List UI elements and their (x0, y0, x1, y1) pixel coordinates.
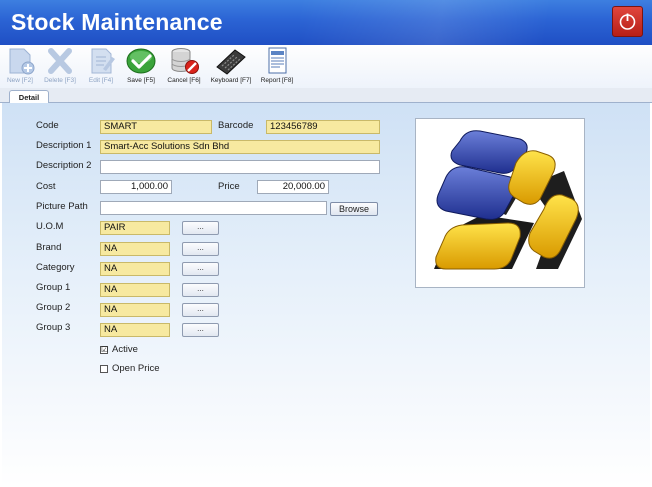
open-price-label: Open Price (112, 363, 160, 374)
brand-lookup-button[interactable]: ... (182, 242, 219, 256)
edit-document-icon (91, 48, 115, 74)
description1-label: Description 1 (36, 140, 92, 151)
code-label: Code (36, 120, 59, 131)
tab-detail[interactable]: Detail (9, 90, 49, 104)
barcode-field[interactable]: 123456789 (266, 120, 380, 134)
stock-picture-frame (415, 118, 585, 288)
brand-field[interactable]: NA (100, 242, 170, 256)
group1-lookup-button[interactable]: ... (182, 283, 219, 297)
stock-maintenance-window: Stock Maintenance New [F2] Delete [F3] E… (0, 0, 652, 487)
delete-label: Delete [F3] (44, 77, 76, 84)
edit-button[interactable]: Edit [F4] (82, 45, 120, 88)
title-bar-sheen (300, 0, 652, 45)
power-button[interactable] (612, 6, 643, 37)
category-lookup-button[interactable]: ... (182, 262, 219, 276)
uom-label: U.O.M (36, 221, 64, 232)
cost-field[interactable]: 1,000.00 (100, 180, 172, 194)
brand-label: Brand (36, 242, 62, 253)
report-button[interactable]: Report [F8] (256, 45, 298, 88)
code-field[interactable]: SMART (100, 120, 212, 134)
group2-field[interactable]: NA (100, 303, 170, 317)
cost-label: Cost (36, 181, 56, 192)
group2-label: Group 2 (36, 302, 71, 313)
active-label: Active (112, 344, 138, 355)
product-logo-image (434, 130, 582, 270)
open-price-checkbox[interactable] (100, 365, 108, 373)
browse-button[interactable]: Browse (330, 202, 378, 216)
group3-field[interactable]: NA (100, 323, 170, 337)
description2-label: Description 2 (36, 160, 92, 171)
uom-field[interactable]: PAIR (100, 221, 170, 235)
cancel-label: Cancel [F6] (167, 77, 201, 84)
group1-field[interactable]: NA (100, 283, 170, 297)
uom-lookup-button[interactable]: ... (182, 221, 219, 235)
group3-lookup-button[interactable]: ... (182, 323, 219, 337)
description2-field[interactable] (100, 160, 380, 174)
window-title: Stock Maintenance (11, 9, 223, 35)
category-field[interactable]: NA (100, 262, 170, 276)
new-button[interactable]: New [F2] (0, 45, 40, 88)
title-bar: Stock Maintenance (0, 0, 652, 45)
tab-strip (0, 88, 652, 103)
report-icon (268, 47, 287, 74)
report-label: Report [F8] (260, 77, 294, 84)
save-label: Save [F5] (127, 77, 155, 84)
save-button[interactable]: Save [F5] (122, 45, 160, 88)
picture-path-label: Picture Path (36, 201, 88, 212)
delete-button[interactable]: Delete [F3] (38, 45, 82, 88)
keyboard-icon (216, 49, 246, 75)
cancel-database-icon (171, 48, 199, 74)
edit-label: Edit [F4] (88, 77, 114, 84)
group1-label: Group 1 (36, 282, 71, 293)
checkmark-icon (126, 48, 156, 74)
delete-x-icon (48, 48, 72, 74)
group2-lookup-button[interactable]: ... (182, 303, 219, 317)
active-checkbox[interactable]: ☑ (100, 346, 108, 354)
group3-label: Group 3 (36, 322, 71, 333)
category-label: Category (36, 262, 75, 273)
toolbar: New [F2] Delete [F3] Edit [F4] Save [F5] (0, 45, 652, 89)
new-label: New [F2] (6, 77, 33, 84)
cancel-button[interactable]: Cancel [F6] (162, 45, 206, 88)
barcode-label: Barcode (218, 120, 254, 131)
price-field[interactable]: 20,000.00 (257, 180, 329, 194)
detail-panel: Code SMART Barcode 123456789 Description… (2, 103, 650, 487)
description1-field[interactable]: Smart-Acc Solutions Sdn Bhd (100, 140, 380, 154)
power-icon (619, 13, 636, 30)
keyboard-button[interactable]: Keyboard [F7] (206, 45, 256, 88)
new-document-icon (9, 48, 35, 75)
price-label: Price (218, 181, 240, 192)
keyboard-label: Keyboard [F7] (210, 77, 252, 84)
picture-path-field[interactable] (100, 201, 327, 215)
